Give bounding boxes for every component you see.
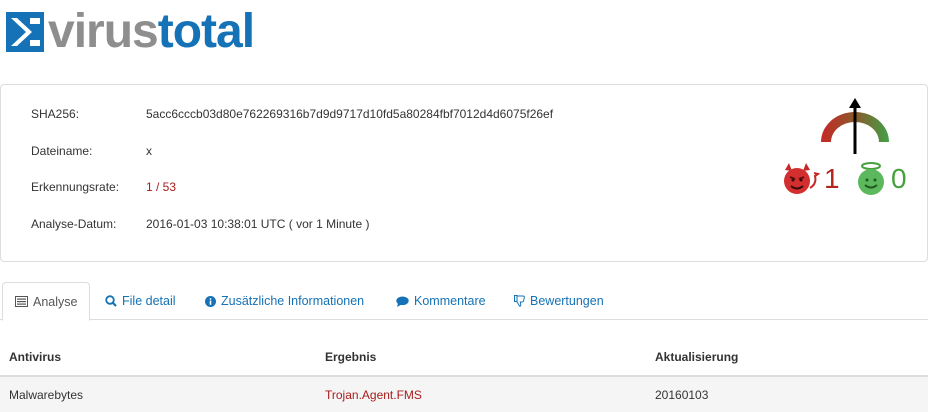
speech-bubble-icon <box>396 296 409 307</box>
magnifier-icon <box>105 295 117 307</box>
thumbs-down-icon <box>514 295 525 307</box>
filename-label: Dateiname: <box>31 144 93 158</box>
tab-comments-label: Kommentare <box>414 294 486 308</box>
column-header-updated[interactable]: Aktualisierung <box>646 338 928 377</box>
analysis-date-value: 2016-01-03 10:38:01 UTC ( vor 1 Minute ) <box>146 217 370 231</box>
detection-value: 1 / 53 <box>146 180 177 194</box>
angel-face-icon <box>858 162 884 195</box>
sha256-value: 5acc6cccb03d80e762269316b7d9d9717d10fd5a… <box>146 107 554 121</box>
virustotal-logo[interactable]: virustotal <box>6 8 255 56</box>
analysis-tabs: Analyse File detail Zusätzliche Informat… <box>0 282 928 321</box>
column-header-result[interactable]: Ergebnis <box>316 338 646 377</box>
tab-file-detail[interactable]: File detail <box>105 282 176 320</box>
filename-value: x <box>146 144 152 158</box>
sha256-label: SHA256: <box>31 107 80 121</box>
antivirus-name: Malwarebytes <box>0 376 316 412</box>
tab-additional-info-label: Zusätzliche Informationen <box>221 294 365 308</box>
devil-face-icon <box>784 163 820 194</box>
tab-file-detail-label: File detail <box>122 294 176 308</box>
list-icon <box>15 296 28 307</box>
update-date: 20160103 <box>646 376 928 412</box>
logo-word-virus: virus <box>48 5 159 58</box>
malicious-votes[interactable]: 1 <box>780 162 840 196</box>
detection-result: Trojan.Agent.FMS <box>316 376 646 412</box>
tab-votes-label: Bewertungen <box>530 294 604 308</box>
harmless-count: 0 <box>891 163 907 194</box>
tab-votes[interactable]: Bewertungen <box>514 282 604 320</box>
tab-comments[interactable]: Kommentare <box>396 282 486 320</box>
logo-wordmark: virustotal <box>48 8 255 56</box>
malicious-count: 1 <box>824 163 840 194</box>
harmless-votes[interactable]: 0 <box>855 162 907 196</box>
info-icon <box>205 295 216 307</box>
tab-analyse[interactable]: Analyse <box>2 282 91 321</box>
virustotal-sigma-icon <box>6 12 44 52</box>
table-header-row: Antivirus Ergebnis Aktualisierung <box>0 338 928 377</box>
antivirus-results-table: Antivirus Ergebnis Aktualisierung Malwar… <box>0 338 928 412</box>
tab-analyse-label: Analyse <box>33 294 78 309</box>
tab-additional-info[interactable]: Zusätzliche Informationen <box>205 282 364 320</box>
table-row: Malwarebytes Trojan.Agent.FMS 20160103 <box>0 376 928 412</box>
column-header-antivirus[interactable]: Antivirus <box>0 338 316 377</box>
analysis-date-label: Analyse-Datum: <box>31 217 117 231</box>
detection-label: Erkennungsrate: <box>31 180 120 194</box>
logo-word-total: total <box>157 5 255 58</box>
score-gauge-icon <box>821 98 889 154</box>
